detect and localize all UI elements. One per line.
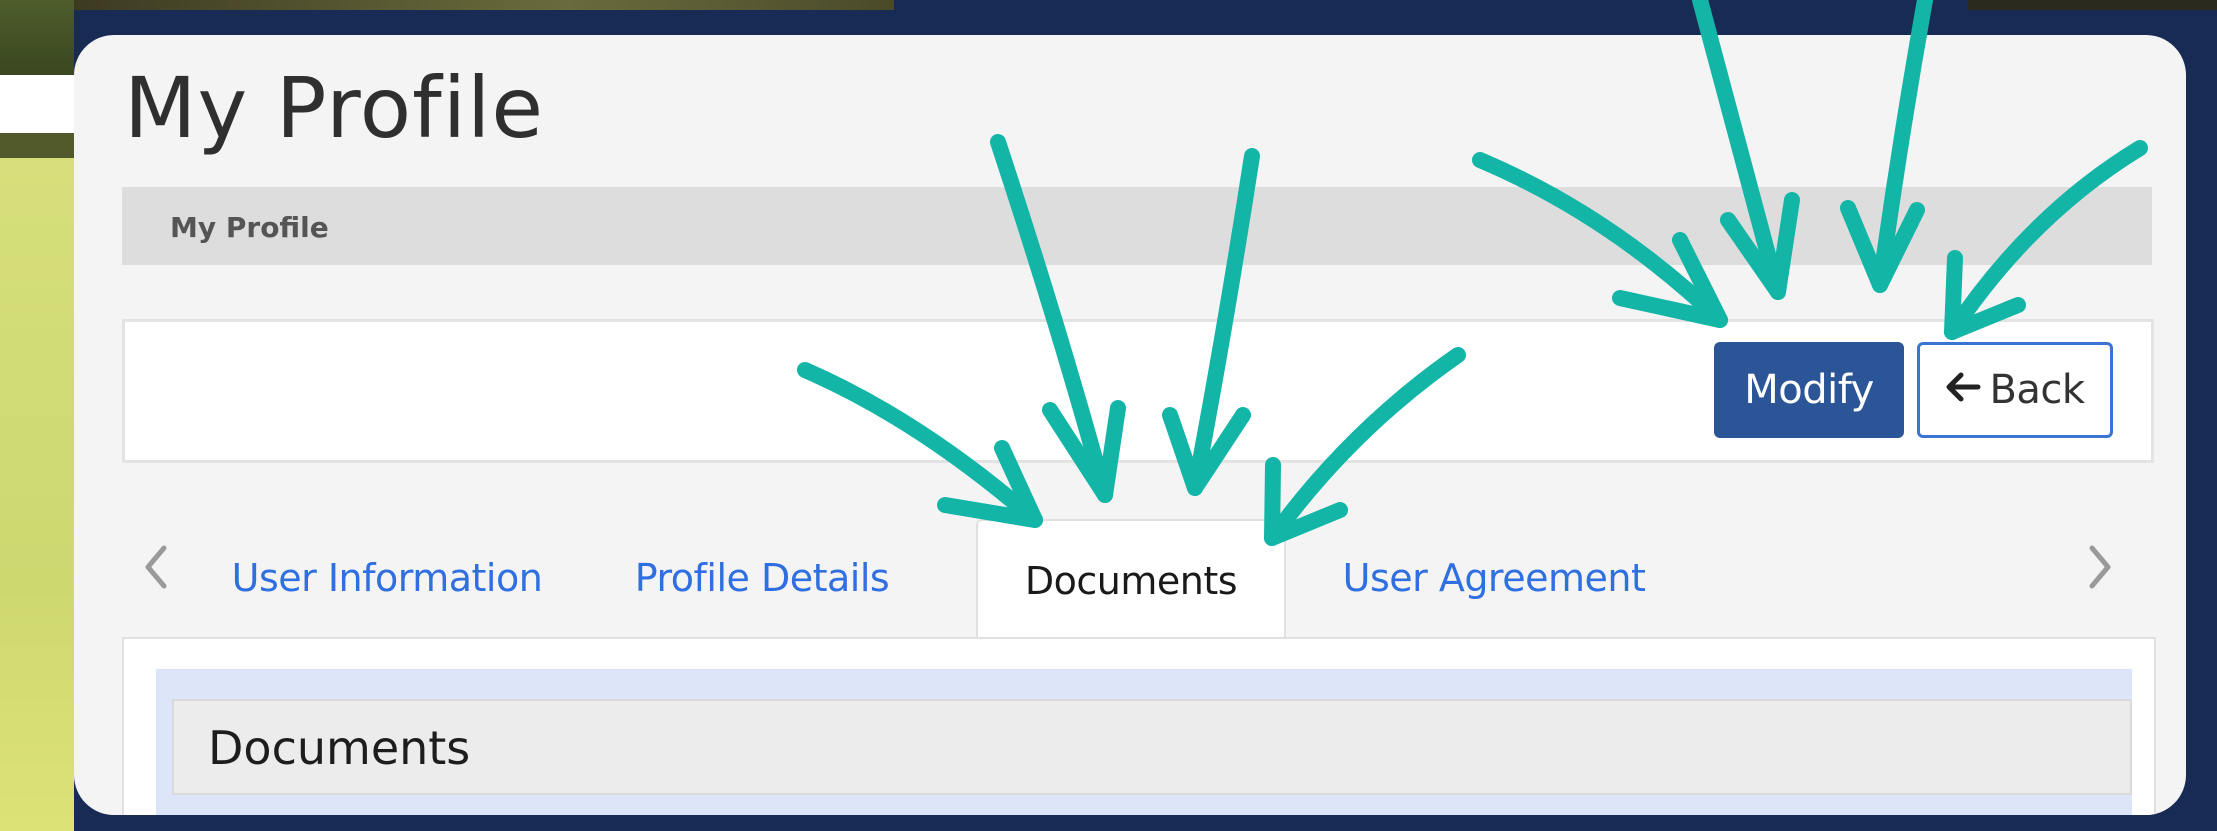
tab-label: User Agreement	[1342, 556, 1646, 600]
chevron-right-icon[interactable]	[2084, 541, 2114, 606]
arrow-left-icon	[1945, 367, 1981, 413]
breadcrumb: My Profile	[122, 187, 2152, 265]
back-button-label: Back	[1989, 367, 2085, 413]
tab-documents[interactable]: Documents	[976, 519, 1286, 641]
profile-card: My Profile My Profile Modify Back User I…	[74, 35, 2186, 815]
tab-profile-details[interactable]: Profile Details	[602, 519, 922, 637]
documents-panel-title: Documents	[208, 721, 471, 775]
tab-label: Profile Details	[634, 556, 890, 600]
background-left-edge	[0, 0, 74, 831]
tab-content: Documents	[122, 637, 2156, 815]
back-button[interactable]: Back	[1917, 342, 2113, 438]
modify-button-label: Modify	[1744, 367, 1874, 413]
background-top-right	[1968, 0, 2217, 10]
chevron-left-icon[interactable]	[142, 541, 172, 606]
documents-panel-header: Documents	[172, 699, 2132, 795]
background-top-strip	[74, 0, 894, 10]
tab-bar: User Information Profile Details Documen…	[122, 519, 2152, 641]
page-title: My Profile	[124, 59, 545, 157]
breadcrumb-item-my-profile[interactable]: My Profile	[170, 211, 329, 244]
tab-label: Documents	[1024, 559, 1238, 603]
tab-label: User Information	[231, 556, 543, 600]
action-toolbar: Modify Back	[122, 319, 2154, 463]
documents-panel: Documents	[156, 669, 2132, 815]
modify-button[interactable]: Modify	[1714, 342, 1904, 438]
tab-user-agreement[interactable]: User Agreement	[1334, 519, 1654, 637]
tab-user-information[interactable]: User Information	[222, 519, 552, 637]
